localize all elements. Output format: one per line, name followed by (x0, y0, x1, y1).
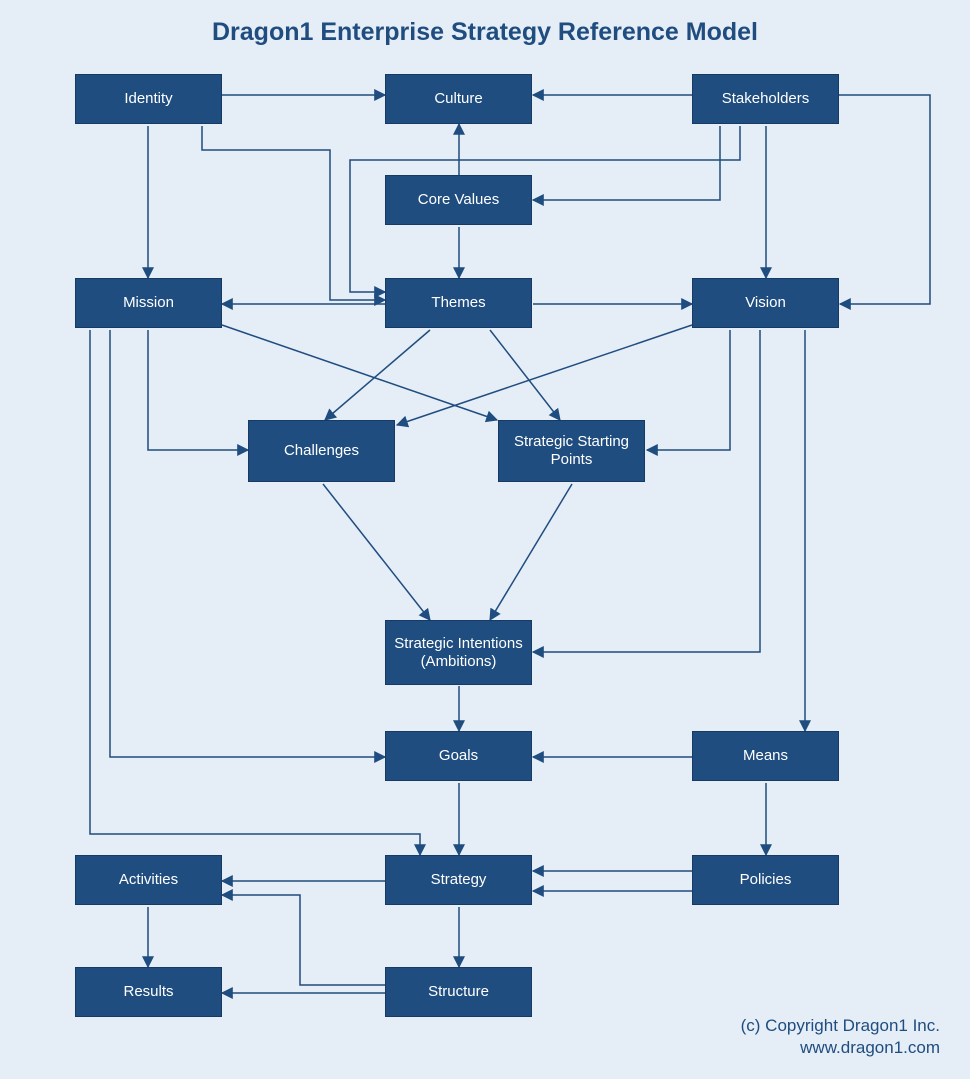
node-structure: Structure (385, 967, 532, 1017)
diagram-stage: Dragon1 Enterprise Strategy Reference Mo… (0, 0, 970, 1079)
node-goals: Goals (385, 731, 532, 781)
copyright-line1: (c) Copyright Dragon1 Inc. (741, 1015, 940, 1037)
diagram-title: Dragon1 Enterprise Strategy Reference Mo… (0, 18, 970, 47)
node-themes: Themes (385, 278, 532, 328)
node-identity: Identity (75, 74, 222, 124)
node-culture: Culture (385, 74, 532, 124)
node-activities: Activities (75, 855, 222, 905)
node-strategic-intentions: Strategic Intentions (Ambitions) (385, 620, 532, 685)
node-core-values: Core Values (385, 175, 532, 225)
node-mission: Mission (75, 278, 222, 328)
node-stakeholders: Stakeholders (692, 74, 839, 124)
node-results: Results (75, 967, 222, 1017)
node-strategy: Strategy (385, 855, 532, 905)
node-vision: Vision (692, 278, 839, 328)
node-challenges: Challenges (248, 420, 395, 482)
node-means: Means (692, 731, 839, 781)
node-strategic-starting-points: Strategic Starting Points (498, 420, 645, 482)
diagram-edges (0, 0, 970, 1079)
node-policies: Policies (692, 855, 839, 905)
copyright-notice: (c) Copyright Dragon1 Inc. www.dragon1.c… (741, 1015, 940, 1059)
copyright-url: www.dragon1.com (741, 1037, 940, 1059)
